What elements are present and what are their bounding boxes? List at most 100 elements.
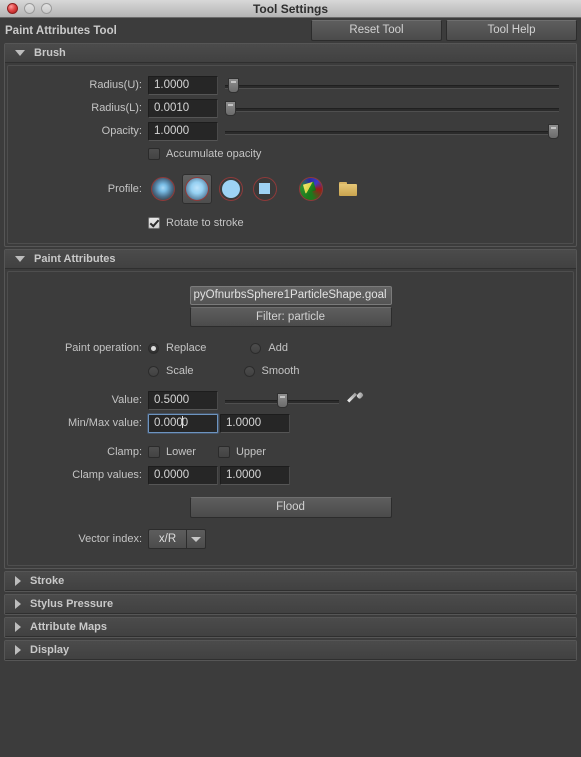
vector-index-row: Vector index: x/R <box>8 528 573 550</box>
accumulate-opacity-label: Accumulate opacity <box>166 148 262 160</box>
chevron-down-icon <box>15 256 25 262</box>
radius-u-slider[interactable] <box>225 76 559 95</box>
section-paint-attributes-title: Paint Attributes <box>34 253 116 265</box>
window-controls <box>7 3 52 14</box>
settings-body: Brush Radius(U): 1.0000 Radius(L): 0.001… <box>0 43 581 661</box>
profile-option-0[interactable] <box>148 174 178 204</box>
radio-smooth[interactable] <box>243 365 255 377</box>
profile-option-4[interactable] <box>296 174 326 204</box>
opacity-label: Opacity: <box>101 125 142 137</box>
value-row: Value: 0.5000 <box>8 389 573 411</box>
slider-handle[interactable] <box>228 77 240 93</box>
slider-track <box>225 107 559 112</box>
chevron-right-icon <box>15 622 21 632</box>
slider-handle[interactable] <box>225 100 236 116</box>
reset-tool-button[interactable]: Reset Tool <box>311 20 442 41</box>
profile-option-2[interactable] <box>216 174 246 204</box>
profile-row: Profile: <box>8 172 573 206</box>
radio-scale[interactable] <box>148 365 159 377</box>
min-value-input[interactable]: 0.0000 <box>148 413 218 433</box>
window-title: Tool Settings <box>252 1 329 16</box>
slider-handle[interactable] <box>277 392 288 408</box>
max-value-input[interactable]: 1.0000 <box>220 413 290 433</box>
vector-index-dropdown[interactable]: x/R <box>148 529 206 549</box>
opacity-slider[interactable] <box>225 122 559 141</box>
radio-add-label: Add <box>268 342 288 354</box>
rotate-to-stroke-label: Rotate to stroke <box>166 217 244 229</box>
section-display-title: Display <box>30 644 70 656</box>
clamp-label: Clamp: <box>107 446 142 458</box>
value-input[interactable]: 0.5000 <box>148 390 218 410</box>
attribute-name-wrap: pyOfnurbsSphere1ParticleShape.goal <box>8 286 573 305</box>
clamp-values-row: Clamp values: 0.0000 1.0000 <box>8 464 573 486</box>
clamp-max-input[interactable]: 1.0000 <box>220 465 290 485</box>
slider-track <box>225 84 559 89</box>
accumulate-opacity-checkbox[interactable] <box>148 148 160 160</box>
chevron-right-icon <box>15 576 21 586</box>
profile-option-1[interactable] <box>182 174 212 204</box>
paint-operation-label: Paint operation: <box>64 342 142 354</box>
section-stroke-title: Stroke <box>30 575 65 587</box>
radio-add[interactable] <box>250 342 262 354</box>
minmax-label: Min/Max value: <box>68 417 142 429</box>
min-value-text: 0.000 <box>154 416 183 429</box>
slider-handle[interactable] <box>548 123 559 139</box>
tool-help-button[interactable]: Tool Help <box>446 20 577 41</box>
clamp-min-input[interactable]: 0.0000 <box>148 465 218 485</box>
opacity-input[interactable]: 1.0000 <box>148 121 218 141</box>
clamp-lower-label: Lower <box>166 446 196 458</box>
tool-title: Paint Attributes Tool <box>5 24 117 37</box>
profile-soft-gaussian-icon <box>151 177 175 201</box>
profile-option-3[interactable] <box>250 174 280 204</box>
clamp-values-label: Clamp values: <box>72 469 142 481</box>
chevron-down-icon[interactable] <box>186 529 206 549</box>
radio-scale-label: Scale <box>166 365 194 377</box>
section-attribute-maps: Attribute Maps <box>4 617 577 638</box>
chevron-down-icon <box>15 50 25 56</box>
paint-operation-row-2: Scale Smooth <box>8 360 573 382</box>
section-display: Display <box>4 640 577 661</box>
eyedropper-icon[interactable] <box>347 391 364 408</box>
chevron-right-icon <box>15 645 21 655</box>
radius-u-input[interactable]: 1.0000 <box>148 75 218 95</box>
clamp-row: Clamp: Lower Upper <box>8 441 573 463</box>
section-stroke: Stroke <box>4 571 577 592</box>
section-stylus-pressure: Stylus Pressure <box>4 594 577 615</box>
section-paint-attributes: Paint Attributes pyOfnurbsSphere1Particl… <box>4 249 577 569</box>
profile-custom-image-icon <box>299 177 323 201</box>
value-slider[interactable] <box>225 391 339 410</box>
radio-replace[interactable] <box>148 342 159 354</box>
value-label: Value: <box>111 394 142 406</box>
accumulate-opacity-row: Accumulate opacity <box>8 143 573 165</box>
rotate-to-stroke-checkbox[interactable] <box>148 217 160 229</box>
clamp-upper-label: Upper <box>235 446 266 458</box>
radius-l-input[interactable]: 0.0010 <box>148 98 218 118</box>
section-paint-attributes-header[interactable]: Paint Attributes <box>5 250 576 269</box>
radius-l-slider[interactable] <box>225 99 559 118</box>
section-attribute-maps-header[interactable]: Attribute Maps <box>5 618 576 637</box>
radius-u-label: Radius(U): <box>89 79 142 91</box>
vector-index-label: Vector index: <box>78 533 142 545</box>
profile-soft-blur-icon <box>185 177 209 201</box>
section-display-header[interactable]: Display <box>5 641 576 660</box>
clamp-lower-checkbox[interactable] <box>148 446 160 458</box>
section-stylus-pressure-header[interactable]: Stylus Pressure <box>5 595 576 614</box>
zoom-button[interactable] <box>41 3 52 14</box>
profile-square-icon <box>253 177 277 201</box>
section-brush-header[interactable]: Brush <box>5 44 576 63</box>
close-button[interactable] <box>7 3 18 14</box>
folder-icon[interactable] <box>339 182 357 196</box>
flood-button[interactable]: Flood <box>189 497 392 518</box>
min-value-text-tail: 0 <box>181 416 189 429</box>
radio-smooth-label: Smooth <box>261 365 300 377</box>
paint-operation-row-1: Paint operation: Replace Add <box>8 337 573 359</box>
section-stroke-header[interactable]: Stroke <box>5 572 576 591</box>
section-brush-body: Radius(U): 1.0000 Radius(L): 0.0010 Opac… <box>7 65 574 244</box>
clamp-upper-checkbox[interactable] <box>217 446 230 458</box>
attribute-name-field[interactable]: pyOfnurbsSphere1ParticleShape.goal <box>189 286 392 305</box>
filter-button[interactable]: Filter: particle <box>189 307 392 327</box>
section-stylus-pressure-title: Stylus Pressure <box>30 598 114 610</box>
rotate-to-stroke-row: Rotate to stroke <box>8 212 573 234</box>
vector-index-value: x/R <box>148 529 186 549</box>
minimize-button[interactable] <box>24 3 35 14</box>
